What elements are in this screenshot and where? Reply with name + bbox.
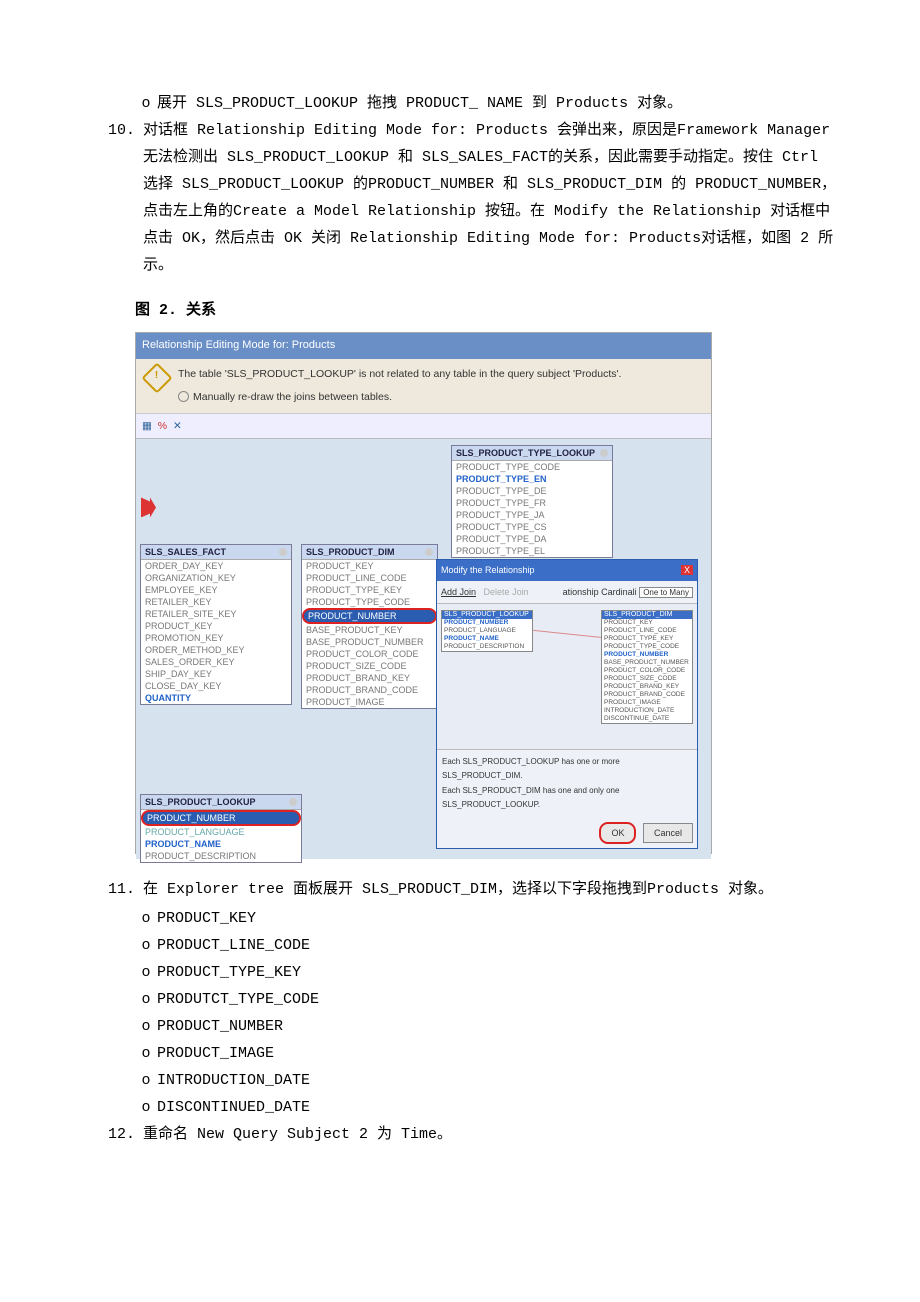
list-item: PRODUCT_NUMBER [157,1013,283,1040]
step-10: 10. 对话框 Relationship Editing Mode for: P… [80,117,840,279]
list-item: PRODUCT_IMAGE [157,1040,274,1067]
add-join-button[interactable]: Add Join [441,587,476,597]
modify-relationship-dialog[interactable]: Modify the Relationship X Add Join Delet… [436,559,698,848]
warning-row: The table 'SLS_PRODUCT_LOOKUP' is not re… [136,359,711,414]
step-12: 12. 重命名 New Query Subject 2 为 Time。 [80,1121,840,1148]
step-number: 10. [80,117,143,279]
window-controls[interactable]: X [680,562,693,578]
table-sls-product-lookup[interactable]: SLS_PRODUCT_LOOKUP PRODUCT_NUMBER PRODUC… [140,794,302,863]
toolbar-close-icon[interactable]: ✕ [173,420,182,432]
table-sls-sales-fact[interactable]: SLS_SALES_FACT ORDER_DAY_KEY ORGANIZATIO… [140,544,292,705]
window-title: Relationship Editing Mode for: Products [136,333,711,359]
toolbar-icon[interactable]: ▦ [142,420,152,432]
dialog-titlebar[interactable]: Modify the Relationship X [437,560,697,580]
table-title: SLS_SALES_FACT [145,546,226,558]
step-number: 11. [80,876,143,903]
diagram-canvas: SLS_SALES_FACT ORDER_DAY_KEY ORGANIZATIO… [136,439,711,859]
bullet-marker: o [135,90,157,117]
list-item: PRODUCT_LINE_CODE [157,932,310,959]
close-icon[interactable]: X [681,565,693,575]
step-11: 11. 在 Explorer tree 面板展开 SLS_PRODUCT_DIM… [80,876,840,903]
footer-text-1: Each SLS_PRODUCT_LOOKUP has one or more … [442,755,692,784]
cardinality-label: ationship Cardinali [563,587,637,597]
pin-icon[interactable] [600,449,608,457]
delete-join-button: Delete Join [484,587,529,597]
warning-text: The table 'SLS_PRODUCT_LOOKUP' is not re… [178,365,621,384]
table-sls-product-type-lookup[interactable]: SLS_PRODUCT_TYPE_LOOKUP PRODUCT_TYPE_COD… [451,445,613,558]
table-sls-product-dim[interactable]: SLS_PRODUCT_DIM PRODUCT_KEY PRODUCT_LINE… [301,544,438,709]
cursor-arrow-icon [141,497,156,517]
toolbar: ▦ % ✕ [136,414,711,440]
list-item: PRODUTCT_TYPE_CODE [157,986,319,1013]
table-title: SLS_PRODUCT_DIM [306,546,395,558]
list-item: INTRODUCTION_DATE [157,1067,310,1094]
radio-label: Manually re-draw the joins between table… [193,391,392,403]
step-number: 12. [80,1121,143,1148]
pin-icon[interactable] [425,548,433,556]
dialog-title: Modify the Relationship [441,562,535,578]
bullet-text: 展开 SLS_PRODUCT_LOOKUP 拖拽 PRODUCT_ NAME 到… [157,90,682,117]
cardinality-dropdown[interactable]: One to Many [639,587,693,598]
mini-table-left: SLS_PRODUCT_LOOKUP PRODUCT_NUMBER PRODUC… [441,610,533,652]
step-text: 重命名 New Query Subject 2 为 Time。 [143,1121,840,1148]
product-number-selected[interactable]: PRODUCT_NUMBER [141,810,301,826]
radio-icon[interactable] [178,391,189,402]
footer-text-2: Each SLS_PRODUCT_DIM has one and only on… [442,784,692,813]
mini-table-right: SLS_PRODUCT_DIM PRODUCT_KEY PRODUCT_LINE… [601,610,693,724]
step-text: 对话框 Relationship Editing Mode for: Produ… [143,117,840,279]
table-title: SLS_PRODUCT_TYPE_LOOKUP [456,447,595,459]
list-item: DISCONTINUED_DATE [157,1094,310,1121]
figure-2-caption: 图 2. 关系 [135,297,840,324]
toolbar-icon-2[interactable]: % [158,420,167,432]
warning-icon [141,362,172,393]
ok-button[interactable]: OK [599,822,636,844]
document-page: o 展开 SLS_PRODUCT_LOOKUP 拖拽 PRODUCT_ NAME… [80,0,840,1210]
pin-icon[interactable] [279,548,287,556]
product-number-selected[interactable]: PRODUCT_NUMBER [302,608,437,624]
top-bullet: o 展开 SLS_PRODUCT_LOOKUP 拖拽 PRODUCT_ NAME… [80,90,840,117]
step-text: 在 Explorer tree 面板展开 SLS_PRODUCT_DIM，选择以… [143,876,840,903]
cancel-button[interactable]: Cancel [643,823,693,843]
figure-2-screenshot: Relationship Editing Mode for: Products … [135,332,712,854]
table-title: SLS_PRODUCT_LOOKUP [145,796,256,808]
pin-icon[interactable] [289,798,297,806]
list-item: PRODUCT_KEY [157,905,256,932]
step-11-list: oPRODUCT_KEY oPRODUCT_LINE_CODE oPRODUCT… [80,905,840,1121]
list-item: PRODUCT_TYPE_KEY [157,959,301,986]
